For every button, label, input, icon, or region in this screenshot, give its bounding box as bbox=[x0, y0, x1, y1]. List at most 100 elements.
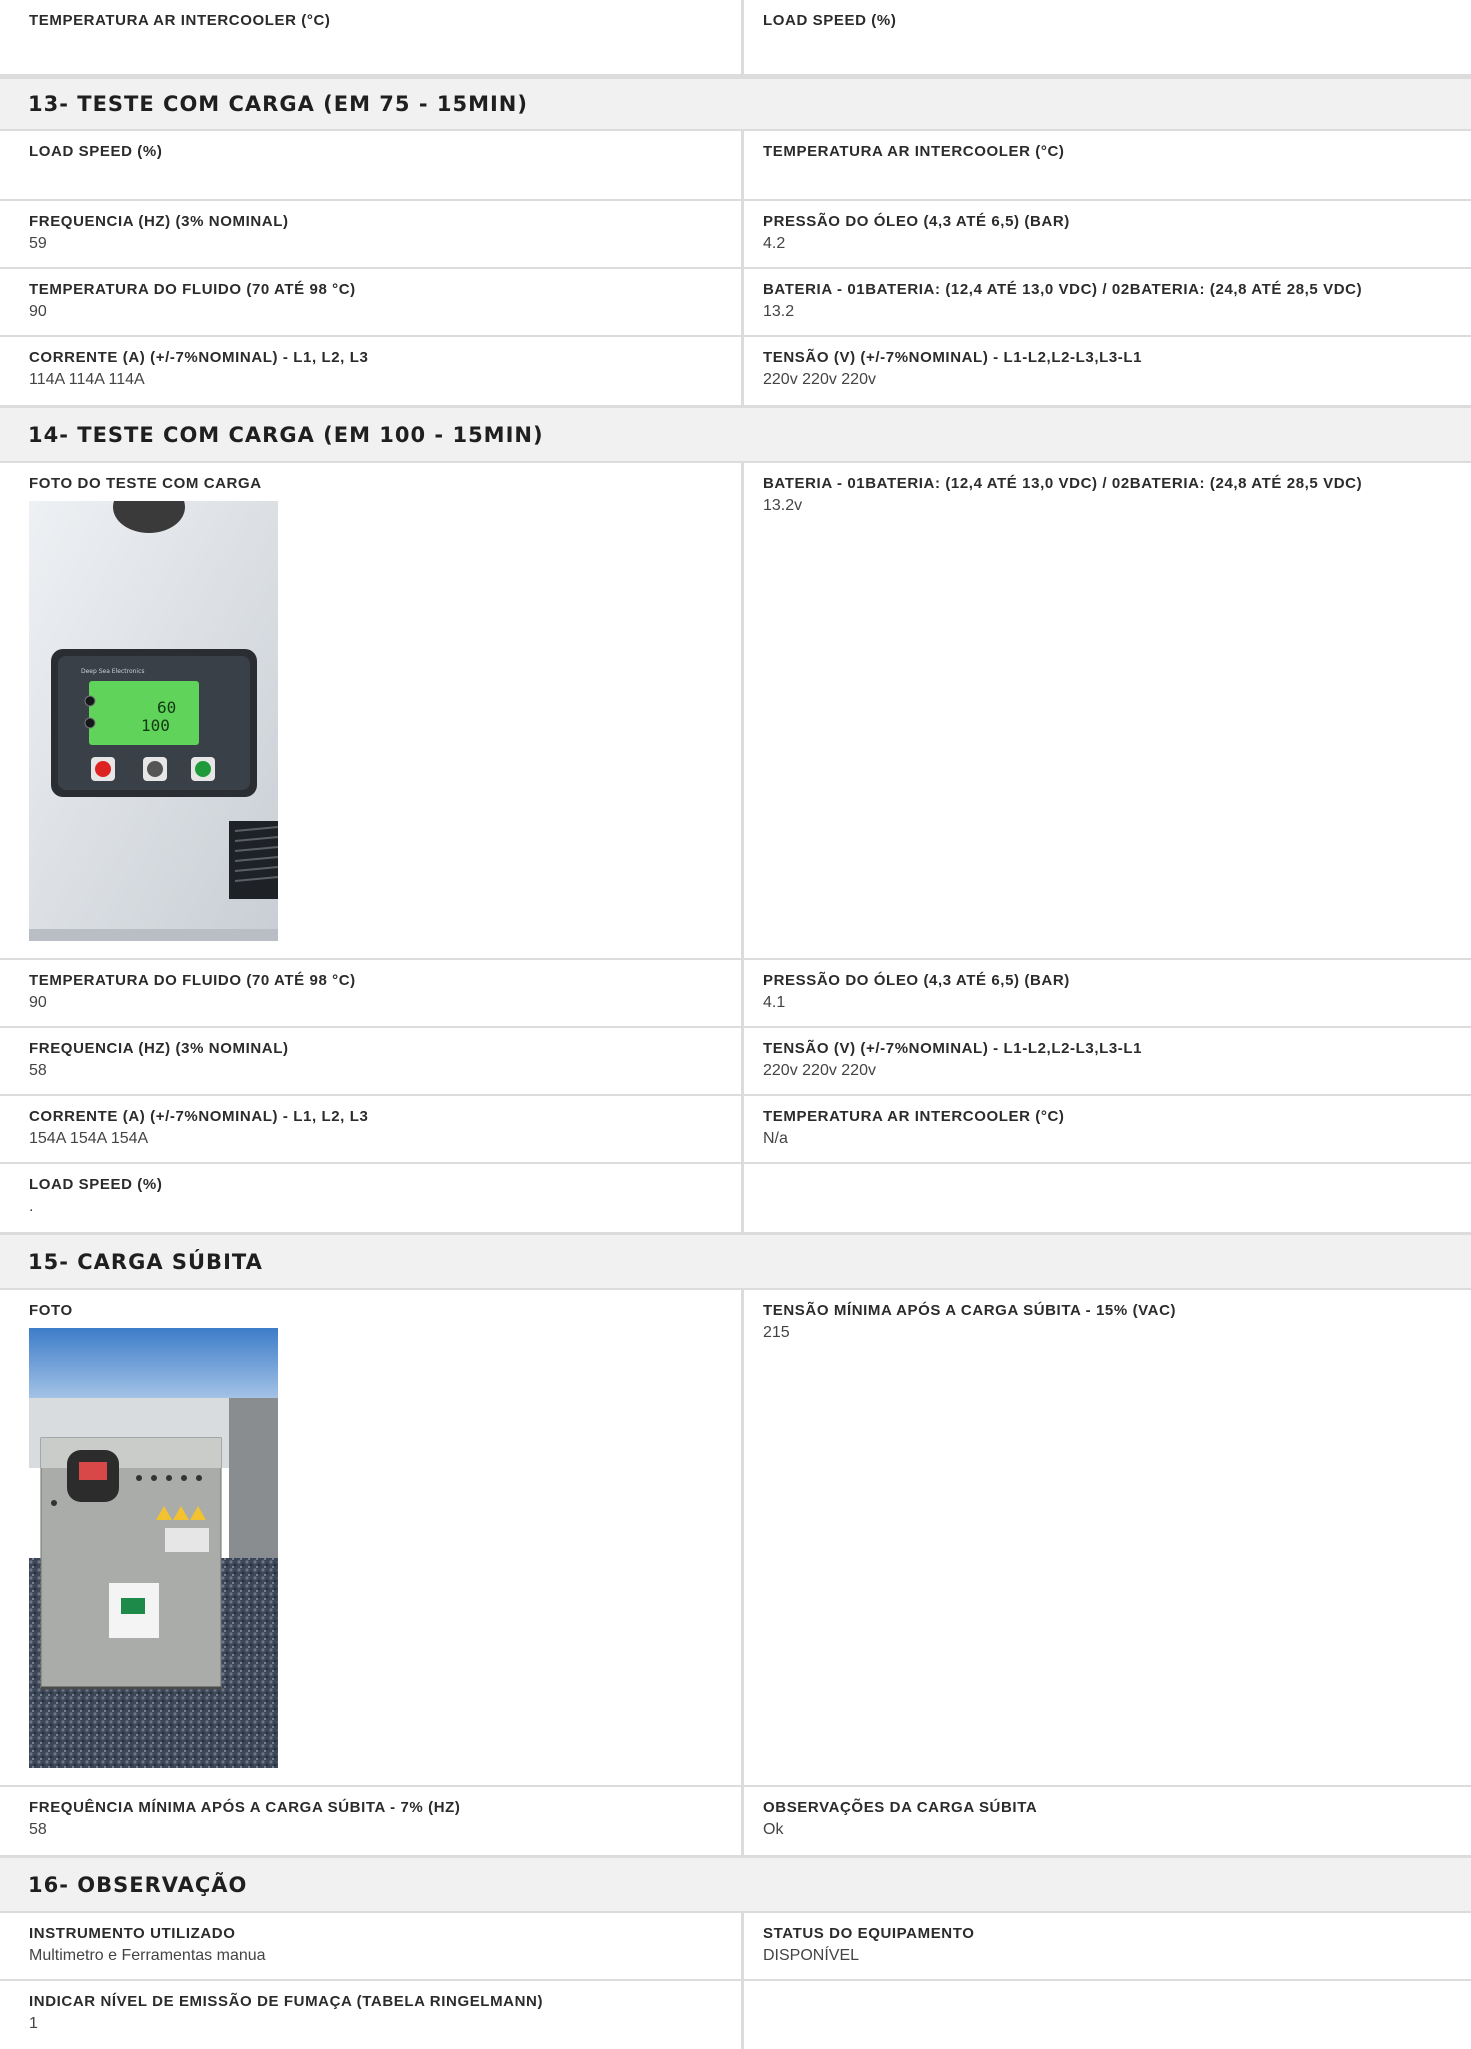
field-cell: FREQUÊNCIA MÍNIMA APÓS A CARGA SÚBITA - … bbox=[0, 1787, 744, 1855]
field-cell: STATUS DO EQUIPAMENTO DISPONÍVEL bbox=[744, 1913, 1471, 1979]
field-label: FREQUÊNCIA MÍNIMA APÓS A CARGA SÚBITA - … bbox=[29, 1799, 461, 1816]
field-value: 215 bbox=[763, 1324, 790, 1341]
field-label: BATERIA - 01BATERIA: (12,4 ATÉ 13,0 VDC)… bbox=[763, 281, 1363, 298]
report-page: TEMPERATURA AR INTERCOOLER (°C) LOAD SPE… bbox=[0, 0, 1471, 2049]
field-value: 4.1 bbox=[763, 994, 786, 1011]
field-row: CORRENTE (A) (+/-7%NOMINAL) - L1, L2, L3… bbox=[0, 337, 1471, 405]
field-label: INSTRUMENTO UTILIZADO bbox=[29, 1925, 236, 1942]
field-value: 58 bbox=[29, 1062, 47, 1079]
field-cell: BATERIA - 01BATERIA: (12,4 ATÉ 13,0 VDC)… bbox=[744, 269, 1471, 335]
section-header-16: 16- OBSERVAÇÃO bbox=[0, 1855, 1471, 1913]
field-row: LOAD SPEED (%) TEMPERATURA AR INTERCOOLE… bbox=[0, 131, 1471, 201]
field-label: BATERIA - 01BATERIA: (12,4 ATÉ 13,0 VDC)… bbox=[763, 475, 1363, 492]
field-value: 4.2 bbox=[763, 235, 786, 252]
nav-down-icon bbox=[84, 717, 96, 729]
field-value: 90 bbox=[29, 994, 47, 1011]
field-label: FOTO bbox=[29, 1302, 73, 1319]
field-label: LOAD SPEED (%) bbox=[763, 12, 897, 29]
field-label: CORRENTE (A) (+/-7%NOMINAL) - L1, L2, L3 bbox=[29, 349, 369, 366]
field-row: INSTRUMENTO UTILIZADO Multimetro e Ferra… bbox=[0, 1913, 1471, 1981]
field-cell: CORRENTE (A) (+/-7%NOMINAL) - L1, L2, L3… bbox=[0, 1096, 744, 1162]
field-value: Ok bbox=[763, 1821, 784, 1838]
field-row: TEMPERATURA AR INTERCOOLER (°C) LOAD SPE… bbox=[0, 0, 1471, 76]
field-label: OBSERVAÇÕES DA CARGA SÚBITA bbox=[763, 1799, 1038, 1816]
nav-up-icon bbox=[84, 695, 96, 707]
field-label: TEMPERATURA DO FLUIDO (70 ATÉ 98 °C) bbox=[29, 281, 356, 298]
field-label: STATUS DO EQUIPAMENTO bbox=[763, 1925, 975, 1942]
field-cell bbox=[744, 1981, 1471, 2049]
field-row: LOAD SPEED (%) . bbox=[0, 1164, 1471, 1232]
field-label: PRESSÃO DO ÓLEO (4,3 ATÉ 6,5) (BAR) bbox=[763, 972, 1070, 989]
field-cell: BATERIA - 01BATERIA: (12,4 ATÉ 13,0 VDC)… bbox=[744, 463, 1471, 958]
field-value: 220v 220v 220v bbox=[763, 1062, 876, 1079]
section-header-13: 13- TESTE COM CARGA (EM 75 - 15MIN) bbox=[0, 76, 1471, 131]
field-label: TENSÃO (V) (+/-7%NOMINAL) - L1-L2,L2-L3,… bbox=[763, 1040, 1143, 1057]
field-label: TEMPERATURA AR INTERCOOLER (°C) bbox=[763, 1108, 1065, 1125]
field-label: LOAD SPEED (%) bbox=[29, 143, 163, 160]
display-frequency: 60 bbox=[157, 698, 176, 717]
field-label: TENSÃO (V) (+/-7%NOMINAL) - L1-L2,L2-L3,… bbox=[763, 349, 1143, 366]
field-label: TEMPERATURA AR INTERCOOLER (°C) bbox=[29, 12, 331, 29]
section-header-14: 14- TESTE COM CARGA (EM 100 - 15MIN) bbox=[0, 405, 1471, 463]
field-cell: TENSÃO (V) (+/-7%NOMINAL) - L1-L2,L2-L3,… bbox=[744, 337, 1471, 405]
field-value: 58 bbox=[29, 1821, 47, 1838]
field-row: FOTO TENSÃO MÍNIMA APÓS A CARGA SÚBITA -… bbox=[0, 1290, 1471, 1787]
field-cell: PRESSÃO DO ÓLEO (4,3 ATÉ 6,5) (BAR) 4.2 bbox=[744, 201, 1471, 267]
field-label: CORRENTE (A) (+/-7%NOMINAL) - L1, L2, L3 bbox=[29, 1108, 369, 1125]
field-value: N/a bbox=[763, 1130, 788, 1147]
field-label: TENSÃO MÍNIMA APÓS A CARGA SÚBITA - 15% … bbox=[763, 1302, 1177, 1319]
field-value: 1 bbox=[29, 2015, 38, 2032]
field-value: 154A 154A 154A bbox=[29, 1130, 149, 1147]
field-row: TEMPERATURA DO FLUIDO (70 ATÉ 98 °C) 90 … bbox=[0, 269, 1471, 337]
display-load: 100 bbox=[141, 716, 170, 735]
section-title: 13- TESTE COM CARGA (EM 75 - 15MIN) bbox=[28, 92, 528, 116]
field-row: CORRENTE (A) (+/-7%NOMINAL) - L1, L2, L3… bbox=[0, 1096, 1471, 1164]
field-value: 13.2v bbox=[763, 497, 803, 514]
field-row: FOTO DO TESTE COM CARGA Deep Sea Electro… bbox=[0, 463, 1471, 960]
controller-brand-text: Deep Sea Electronics bbox=[81, 668, 145, 675]
stop-button-icon bbox=[95, 761, 111, 777]
field-cell: LOAD SPEED (%) . bbox=[0, 1164, 744, 1232]
field-label: FREQUENCIA (HZ) (3% NOMINAL) bbox=[29, 1040, 289, 1057]
field-label: FREQUENCIA (HZ) (3% NOMINAL) bbox=[29, 213, 289, 230]
field-row: INDICAR NÍVEL DE EMISSÃO DE FUMAÇA (TABE… bbox=[0, 1981, 1471, 2049]
field-cell: FREQUENCIA (HZ) (3% NOMINAL) 59 bbox=[0, 201, 744, 267]
field-row: FREQUENCIA (HZ) (3% NOMINAL) 59 PRESSÃO … bbox=[0, 201, 1471, 269]
field-cell: TEMPERATURA DO FLUIDO (70 ATÉ 98 °C) 90 bbox=[0, 960, 744, 1026]
field-cell: FOTO DO TESTE COM CARGA Deep Sea Electro… bbox=[0, 463, 744, 958]
field-cell: TEMPERATURA AR INTERCOOLER (°C) N/a bbox=[744, 1096, 1471, 1162]
field-label: TEMPERATURA DO FLUIDO (70 ATÉ 98 °C) bbox=[29, 972, 356, 989]
field-cell: CORRENTE (A) (+/-7%NOMINAL) - L1, L2, L3… bbox=[0, 337, 744, 405]
field-value: 114A 114A 114A bbox=[29, 371, 145, 388]
field-cell: TEMPERATURA AR INTERCOOLER (°C) bbox=[0, 0, 744, 74]
field-row: TEMPERATURA DO FLUIDO (70 ATÉ 98 °C) 90 … bbox=[0, 960, 1471, 1028]
section-header-15: 15- CARGA SÚBITA bbox=[0, 1232, 1471, 1290]
field-value: 59 bbox=[29, 235, 47, 252]
controller-photo[interactable]: Deep Sea Electronics 60 100 bbox=[29, 501, 278, 941]
field-label: FOTO DO TESTE COM CARGA bbox=[29, 475, 262, 492]
field-value: 90 bbox=[29, 303, 47, 320]
field-value: DISPONÍVEL bbox=[763, 1947, 860, 1964]
field-label: INDICAR NÍVEL DE EMISSÃO DE FUMAÇA (TABE… bbox=[29, 1993, 544, 2010]
field-cell: TENSÃO MÍNIMA APÓS A CARGA SÚBITA - 15% … bbox=[744, 1290, 1471, 1785]
section-title: 16- OBSERVAÇÃO bbox=[28, 1872, 248, 1897]
field-cell: FOTO bbox=[0, 1290, 744, 1785]
field-label: LOAD SPEED (%) bbox=[29, 1176, 163, 1193]
field-cell: LOAD SPEED (%) bbox=[744, 0, 1471, 74]
field-cell: INDICAR NÍVEL DE EMISSÃO DE FUMAÇA (TABE… bbox=[0, 1981, 744, 2049]
auto-button-icon bbox=[147, 761, 163, 777]
field-cell: INSTRUMENTO UTILIZADO Multimetro e Ferra… bbox=[0, 1913, 744, 1979]
section-title: 15- CARGA SÚBITA bbox=[28, 1249, 263, 1274]
field-value: Multimetro e Ferramentas manua bbox=[29, 1947, 266, 1964]
field-cell: TEMPERATURA DO FLUIDO (70 ATÉ 98 °C) 90 bbox=[0, 269, 744, 335]
field-row: FREQUÊNCIA MÍNIMA APÓS A CARGA SÚBITA - … bbox=[0, 1787, 1471, 1855]
field-value: . bbox=[29, 1198, 34, 1215]
equipment-photo[interactable] bbox=[29, 1328, 278, 1768]
section-title: 14- TESTE COM CARGA (EM 100 - 15MIN) bbox=[28, 422, 544, 447]
field-cell: OBSERVAÇÕES DA CARGA SÚBITA Ok bbox=[744, 1787, 1471, 1855]
field-label: PRESSÃO DO ÓLEO (4,3 ATÉ 6,5) (BAR) bbox=[763, 213, 1070, 230]
field-value: 13.2 bbox=[763, 303, 795, 320]
start-button-icon bbox=[195, 761, 211, 777]
field-cell: TENSÃO (V) (+/-7%NOMINAL) - L1-L2,L2-L3,… bbox=[744, 1028, 1471, 1094]
field-row: FREQUENCIA (HZ) (3% NOMINAL) 58 TENSÃO (… bbox=[0, 1028, 1471, 1096]
